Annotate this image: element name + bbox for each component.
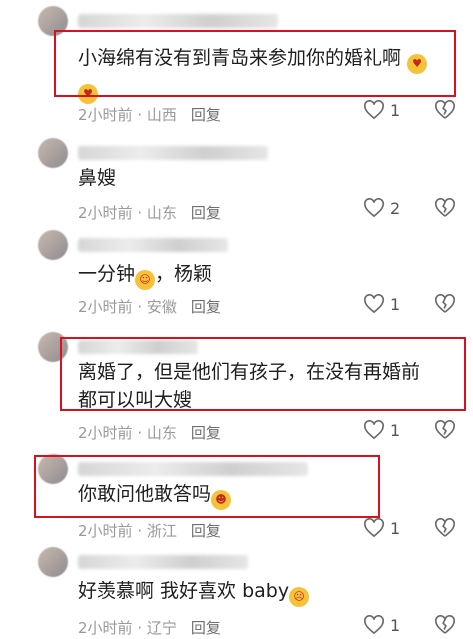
like-count: 1 — [390, 420, 401, 440]
dislike-button[interactable] — [434, 518, 456, 542]
dislike-button[interactable] — [434, 198, 456, 222]
comment-text: 一分钟 ☺ ，杨颖 — [78, 260, 212, 290]
reply-button[interactable]: 回复 — [191, 298, 221, 316]
heart-icon — [364, 518, 384, 538]
like-count: 1 — [390, 615, 401, 635]
dislike-button[interactable] — [434, 615, 456, 639]
username-blurred[interactable] — [78, 555, 248, 569]
broken-heart-icon — [435, 615, 455, 634]
cheering-emoji: ☺ — [135, 270, 156, 290]
username-blurred[interactable] — [78, 238, 228, 252]
like-button[interactable]: 1 — [363, 420, 400, 440]
broken-heart-icon — [435, 420, 455, 439]
heart-icon — [364, 420, 384, 440]
reply-button[interactable]: 回复 — [191, 522, 221, 540]
crying-emoji: ☹ — [289, 587, 310, 607]
comment-meta: 2小时前 · 浙江 回复 — [78, 522, 221, 540]
comment-meta: 2小时前 · 安徽 回复 — [78, 298, 221, 316]
avatar[interactable] — [38, 230, 68, 260]
like-button[interactable]: 1 — [363, 100, 400, 120]
highlight-box — [34, 455, 380, 518]
reply-button[interactable]: 回复 — [191, 204, 221, 222]
dislike-button[interactable] — [434, 420, 456, 444]
dislike-button[interactable] — [434, 294, 456, 318]
username-blurred[interactable] — [78, 146, 268, 160]
heart-icon — [364, 294, 384, 314]
comment-meta: 2小时前 · 山东 回复 — [78, 424, 221, 442]
username-blurred[interactable] — [78, 14, 278, 28]
broken-heart-icon — [435, 100, 455, 119]
broken-heart-icon — [435, 198, 455, 217]
like-count: 1 — [390, 100, 401, 120]
heart-icon — [364, 615, 384, 635]
like-button[interactable]: 1 — [363, 615, 400, 635]
avatar[interactable] — [38, 547, 68, 577]
like-button[interactable]: 1 — [363, 518, 400, 538]
heart-icon — [364, 198, 384, 218]
comment-meta: 2小时前 · 辽宁 回复 — [78, 619, 221, 637]
like-count: 1 — [390, 294, 401, 314]
like-count: 1 — [390, 518, 401, 538]
like-button[interactable]: 1 — [363, 294, 400, 314]
comment-meta: 2小时前 · 山西 回复 — [78, 106, 221, 124]
broken-heart-icon — [435, 518, 455, 537]
avatar[interactable] — [38, 138, 68, 168]
comment-meta: 2小时前 · 山东 回复 — [78, 204, 221, 222]
like-count: 2 — [390, 198, 401, 218]
like-button[interactable]: 2 — [363, 198, 400, 218]
reply-button[interactable]: 回复 — [191, 106, 221, 124]
reply-button[interactable]: 回复 — [191, 619, 221, 637]
heart-icon — [364, 100, 384, 120]
highlight-box — [60, 337, 466, 411]
comment-text: 鼻嫂 — [78, 167, 117, 189]
reply-button[interactable]: 回复 — [191, 424, 221, 442]
highlight-box — [54, 30, 456, 97]
comment-text: 好羡慕啊 我好喜欢 baby ☹ — [78, 577, 310, 607]
dislike-button[interactable] — [434, 100, 456, 124]
broken-heart-icon — [435, 294, 455, 313]
